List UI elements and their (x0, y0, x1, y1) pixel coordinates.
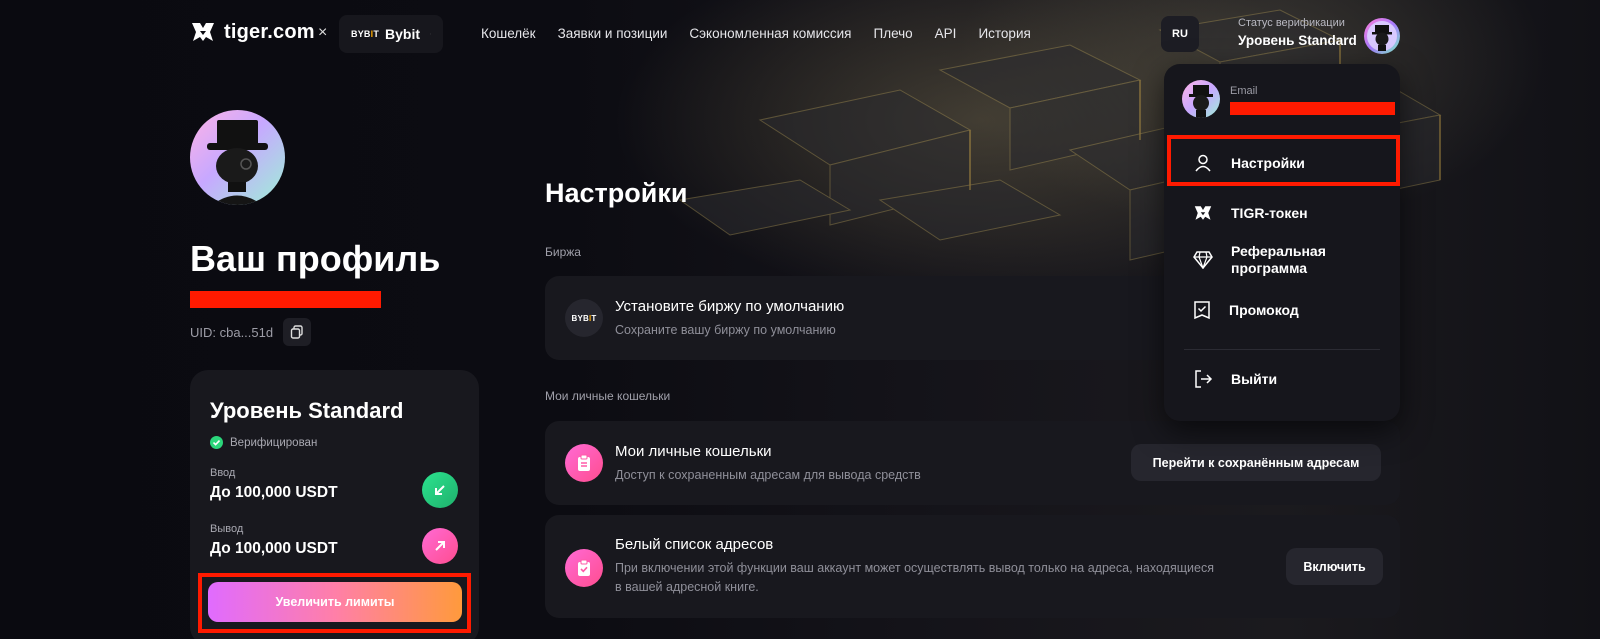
email-label: Email (1230, 85, 1258, 97)
ticket-check-icon (1194, 301, 1210, 320)
row-subtitle: Сохраните вашу биржу по умолчанию (615, 323, 836, 337)
profile-avatar (190, 110, 285, 205)
menu-item-label: Промокод (1229, 301, 1299, 318)
bybit-logo-text-a: BYB (351, 29, 371, 39)
row-subtitle-line2: в вашей адресной книге. (615, 580, 759, 594)
verification-status[interactable]: Статус верификации Уровень Standard (1238, 17, 1357, 48)
profile-title: Ваш профиль (190, 238, 441, 279)
bybit-logo-text-c: T (373, 29, 380, 39)
avatar[interactable] (1364, 18, 1400, 54)
menu-item-label: TIGR-токен (1231, 204, 1308, 221)
diamond-icon (1193, 251, 1213, 269)
deposit-label: Ввод (210, 467, 236, 479)
exchange-name: Bybit (385, 26, 421, 42)
redacted-username (190, 291, 381, 308)
logout-icon (1195, 370, 1213, 388)
menu-item-label-line1: Реферальная (1231, 243, 1326, 259)
nav-api[interactable]: API (935, 26, 957, 41)
highlight-annotation (1167, 135, 1400, 186)
nav-saved-fees[interactable]: Сэкономленная комиссия (689, 26, 851, 41)
tiger-logo-icon (1194, 206, 1212, 220)
avatar-icon (207, 120, 268, 205)
exchange-section-label: Биржа (545, 245, 581, 259)
row-subtitle-line1: При включении этой функции ваш аккаунт м… (615, 561, 1214, 575)
nav-leverage[interactable]: Плечо (873, 26, 912, 41)
menu-item-tigr-token[interactable]: TIGR-токен (1164, 198, 1400, 228)
deposit-icon (422, 472, 458, 508)
whitelist-row: Белый список адресов При включении этой … (545, 515, 1400, 618)
nav-orders-positions[interactable]: Заявки и позиции (558, 26, 668, 41)
copy-icon (290, 325, 303, 339)
page-title: Настройки (545, 178, 688, 208)
withdraw-limit: До 100,000 USDT (210, 540, 338, 557)
menu-item-promo[interactable]: Промокод (1164, 295, 1400, 325)
brand-logo[interactable]: tiger.com (190, 20, 315, 44)
nav-history[interactable]: История (978, 26, 1030, 41)
deposit-limit: До 100,000 USDT (210, 484, 338, 501)
arrow-up-right-icon (435, 541, 445, 551)
top-header: tiger.com × BYBIT Bybit Кошелёк Заявки и… (0, 0, 1600, 68)
brand-separator: × (318, 24, 328, 41)
clipboard-check-icon (565, 549, 603, 587)
saved-addresses-button[interactable]: Перейти к сохранённым адресам (1131, 444, 1381, 481)
arrow-down-left-icon (435, 485, 445, 495)
clipboard-list-icon (565, 444, 603, 482)
avatar-icon (1189, 85, 1213, 118)
row-title: Белый список адресов (615, 536, 774, 553)
bybit-badge-text-c: T (591, 313, 597, 323)
highlight-annotation (198, 573, 471, 633)
menu-divider (1184, 349, 1380, 350)
withdraw-icon (422, 528, 458, 564)
uid-text: UID: cba...51d (190, 324, 274, 340)
bybit-logo-icon: BYBIT (565, 299, 603, 337)
verification-label: Статус верификации (1238, 17, 1345, 29)
verification-level: Уровень Standard (1238, 33, 1357, 48)
wallets-section-label: Мои личные кошельки (545, 389, 671, 403)
check-circle-icon (210, 436, 223, 449)
personal-wallets-row: Мои личные кошельки Доступ к сохраненным… (545, 421, 1400, 505)
verified-status: Верифицирован (210, 436, 317, 449)
row-title: Установите биржу по умолчанию (615, 298, 845, 315)
bybit-logo-icon: BYBIT (351, 29, 379, 39)
menu-item-label: Выйти (1231, 370, 1278, 387)
menu-item-label: Реферальная программа (1231, 243, 1326, 277)
avatar-icon (1367, 21, 1397, 51)
nav-wallet[interactable]: Кошелёк (481, 26, 536, 41)
uid-row: UID: cba...51d (190, 318, 312, 346)
main-nav: Кошелёк Заявки и позиции Сэкономленная к… (481, 26, 1031, 41)
chevron-down-icon (430, 33, 431, 35)
level-title: Уровень Standard (210, 398, 404, 423)
language-button[interactable]: RU (1161, 16, 1199, 52)
menu-item-logout[interactable]: Выйти (1164, 364, 1400, 394)
copy-uid-button[interactable] (283, 318, 312, 346)
menu-item-label-line2: программа (1231, 260, 1308, 276)
withdraw-label: Вывод (210, 523, 244, 535)
bybit-badge-text-a: BYB (571, 313, 589, 323)
verified-text: Верифицирован (230, 436, 318, 449)
row-subtitle: Доступ к сохраненным адресам для вывода … (615, 468, 921, 482)
row-title: Мои личные кошельки (615, 443, 772, 460)
redacted-email (1230, 102, 1395, 115)
exchange-selector[interactable]: BYBIT Bybit (339, 15, 443, 53)
brand-name: tiger.com (224, 20, 315, 43)
avatar (1182, 80, 1220, 118)
menu-item-referral[interactable]: Реферальная программа (1164, 242, 1400, 278)
account-dropdown: Email Настройки TIGR-токен Реферальная пр… (1164, 64, 1400, 421)
tiger-logo-icon (192, 23, 214, 41)
enable-whitelist-button[interactable]: Включить (1286, 548, 1383, 585)
